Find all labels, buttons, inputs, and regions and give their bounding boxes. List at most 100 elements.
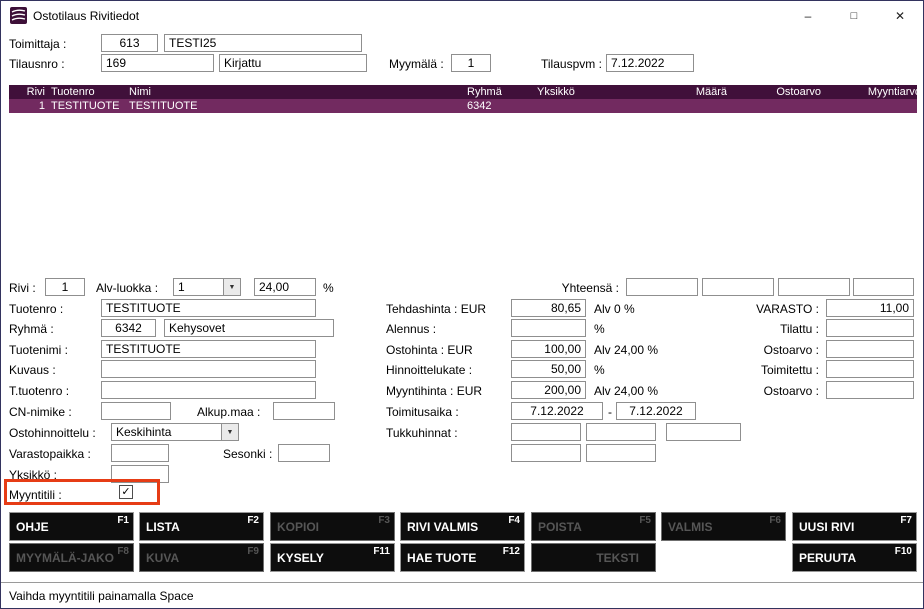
yhteensa-field-1[interactable] — [626, 278, 698, 296]
titlebar: Ostotilaus Rivitiedot – □ ✕ — [1, 1, 923, 30]
tehdashinta-field[interactable] — [511, 299, 586, 317]
col-ostoarvo: Ostoarvo — [735, 86, 821, 98]
tilausnro-label: Tilausnro : — [9, 57, 65, 71]
rivi-label: Rivi : — [9, 281, 36, 295]
fkey-label: F8 — [117, 546, 129, 558]
uusi-rivi-button[interactable]: UUSI RIVI F7 — [792, 512, 917, 541]
ostoarvo-field[interactable] — [826, 340, 914, 358]
alennus-percent-sign: % — [594, 322, 605, 336]
teksti-button[interactable]: TEKSTI — [531, 543, 656, 572]
peruuta-button[interactable]: PERUUTA F10 — [792, 543, 917, 572]
t-tuotenro-field[interactable] — [101, 381, 316, 399]
ostoarvo2-field[interactable] — [826, 381, 914, 399]
alv-luokka-select[interactable]: 1 ▼ — [173, 278, 241, 296]
ostohinnoittelu-label: Ostohinnoittelu : — [9, 426, 96, 440]
tukkuhinta-field-2[interactable] — [586, 423, 656, 441]
fkey-label: F7 — [900, 515, 912, 527]
poista-button[interactable]: POISTA F5 — [531, 512, 656, 541]
toimittaja-name-field[interactable] — [164, 34, 362, 52]
hinnoittelukate-field[interactable] — [511, 360, 586, 378]
varastopaikka-field[interactable] — [111, 444, 169, 462]
toimittaja-code-field[interactable] — [101, 34, 158, 52]
kysely-button[interactable]: KYSELY F11 — [270, 543, 395, 572]
button-label: KUVA — [146, 552, 179, 564]
cn-nimike-field[interactable] — [101, 402, 171, 420]
fkey-label: F2 — [247, 515, 259, 527]
ostohinta-field[interactable] — [511, 340, 586, 358]
tila-field[interactable] — [219, 54, 367, 72]
sesonki-field[interactable] — [278, 444, 330, 462]
kuvaus-label: Kuvaus : — [9, 363, 56, 377]
valmis-button[interactable]: VALMIS F6 — [661, 512, 786, 541]
button-label: PERUUTA — [799, 552, 856, 564]
alennus-label: Alennus : — [386, 322, 436, 336]
hae-tuote-button[interactable]: HAE TUOTE F12 — [400, 543, 525, 572]
yksikko-field[interactable] — [111, 465, 169, 483]
fkey-label: F9 — [247, 546, 259, 558]
alv-luokka-label: Alv-luokka : — [96, 281, 158, 295]
tukkuhinta-field-1[interactable] — [511, 423, 581, 441]
button-label: OHJE — [16, 521, 49, 533]
status-message: Vaihda myyntitili painamalla Space — [9, 589, 194, 603]
tukkuhinta-field-4[interactable] — [511, 444, 581, 462]
minimize-button[interactable]: – — [785, 1, 831, 30]
ryhma-name-field[interactable] — [164, 319, 334, 337]
yhteensa-field-3[interactable] — [778, 278, 850, 296]
alkup-maa-field[interactable] — [273, 402, 335, 420]
myyntitili-checkbox[interactable]: ✓ — [119, 485, 133, 499]
tilausnro-field[interactable] — [101, 54, 214, 72]
rivi-field[interactable] — [45, 278, 85, 296]
myyntihinta-field[interactable] — [511, 381, 586, 399]
alkup-maa-label: Alkup.maa : — [197, 405, 260, 419]
kuvaus-field[interactable] — [101, 360, 316, 378]
tilauspvm-field[interactable] — [606, 54, 694, 72]
tukkuhinta-field-5[interactable] — [586, 444, 656, 462]
chevron-down-icon: ▼ — [223, 279, 240, 295]
ostohinnoittelu-select[interactable]: Keskihinta ▼ — [111, 423, 239, 441]
myyntihinta-label: Myyntihinta : EUR — [386, 384, 482, 398]
ohje-button[interactable]: OHJE F1 — [9, 512, 134, 541]
button-label: TEKSTI — [596, 552, 639, 564]
tilauspvm-label: Tilauspvm : — [541, 57, 602, 71]
maximize-button[interactable]: □ — [831, 1, 877, 30]
kate-percent-sign: % — [594, 363, 605, 377]
fkey-label: F6 — [769, 515, 781, 527]
myymala-field[interactable] — [451, 54, 491, 72]
yksikko-label: Yksikkö : — [9, 468, 57, 482]
kopioi-button[interactable]: KOPIOI F3 — [270, 512, 395, 541]
tukkuhinta-field-3[interactable] — [666, 423, 741, 441]
ryhma-label: Ryhmä : — [9, 322, 54, 336]
button-label: HAE TUOTE — [407, 552, 476, 564]
cn-nimike-label: CN-nimike : — [9, 405, 72, 419]
button-label: LISTA — [146, 521, 180, 533]
varastopaikka-label: Varastopaikka : — [9, 447, 91, 461]
myyntihinta-alv-label: Alv 24,00 % — [594, 384, 658, 398]
alv-luokka-value: 1 — [174, 279, 223, 295]
ryhma-code-field[interactable] — [101, 319, 156, 337]
tuotenimi-field[interactable] — [101, 340, 316, 358]
table-row-selected[interactable]: 1 TESTITUOTE TESTITUOTE 6342 — [9, 99, 917, 113]
alv-prosentti-field[interactable] — [254, 278, 316, 296]
yhteensa-field-2[interactable] — [702, 278, 774, 296]
hinnoittelukate-label: Hinnoittelukate : — [386, 363, 472, 377]
cell-rivi: 1 — [17, 100, 45, 112]
tuotenimi-label: Tuotenimi : — [9, 343, 68, 357]
alv-percent-sign: % — [323, 281, 334, 295]
alennus-field[interactable] — [511, 319, 586, 337]
varasto-field[interactable] — [826, 299, 914, 317]
rivi-valmis-button[interactable]: RIVI VALMIS F4 — [400, 512, 525, 541]
close-button[interactable]: ✕ — [877, 1, 923, 30]
ostoarvo-label: Ostoarvo : — [721, 343, 819, 357]
fkey-label: F12 — [503, 546, 520, 558]
toimitusaika-end-field[interactable] — [616, 402, 696, 420]
col-myyntiarvo: Myyntiarvo — [829, 86, 921, 98]
toimitusaika-start-field[interactable] — [511, 402, 603, 420]
kuva-button[interactable]: KUVA F9 — [139, 543, 264, 572]
lista-button[interactable]: LISTA F2 — [139, 512, 264, 541]
myymala-jako-button[interactable]: MYYMÄLÄ-JAKO F8 — [9, 543, 134, 572]
toimitettu-field[interactable] — [826, 360, 914, 378]
tuotenro-field[interactable] — [101, 299, 316, 317]
button-label: POISTA — [538, 521, 582, 533]
yhteensa-field-4[interactable] — [853, 278, 914, 296]
tilattu-field[interactable] — [826, 319, 914, 337]
